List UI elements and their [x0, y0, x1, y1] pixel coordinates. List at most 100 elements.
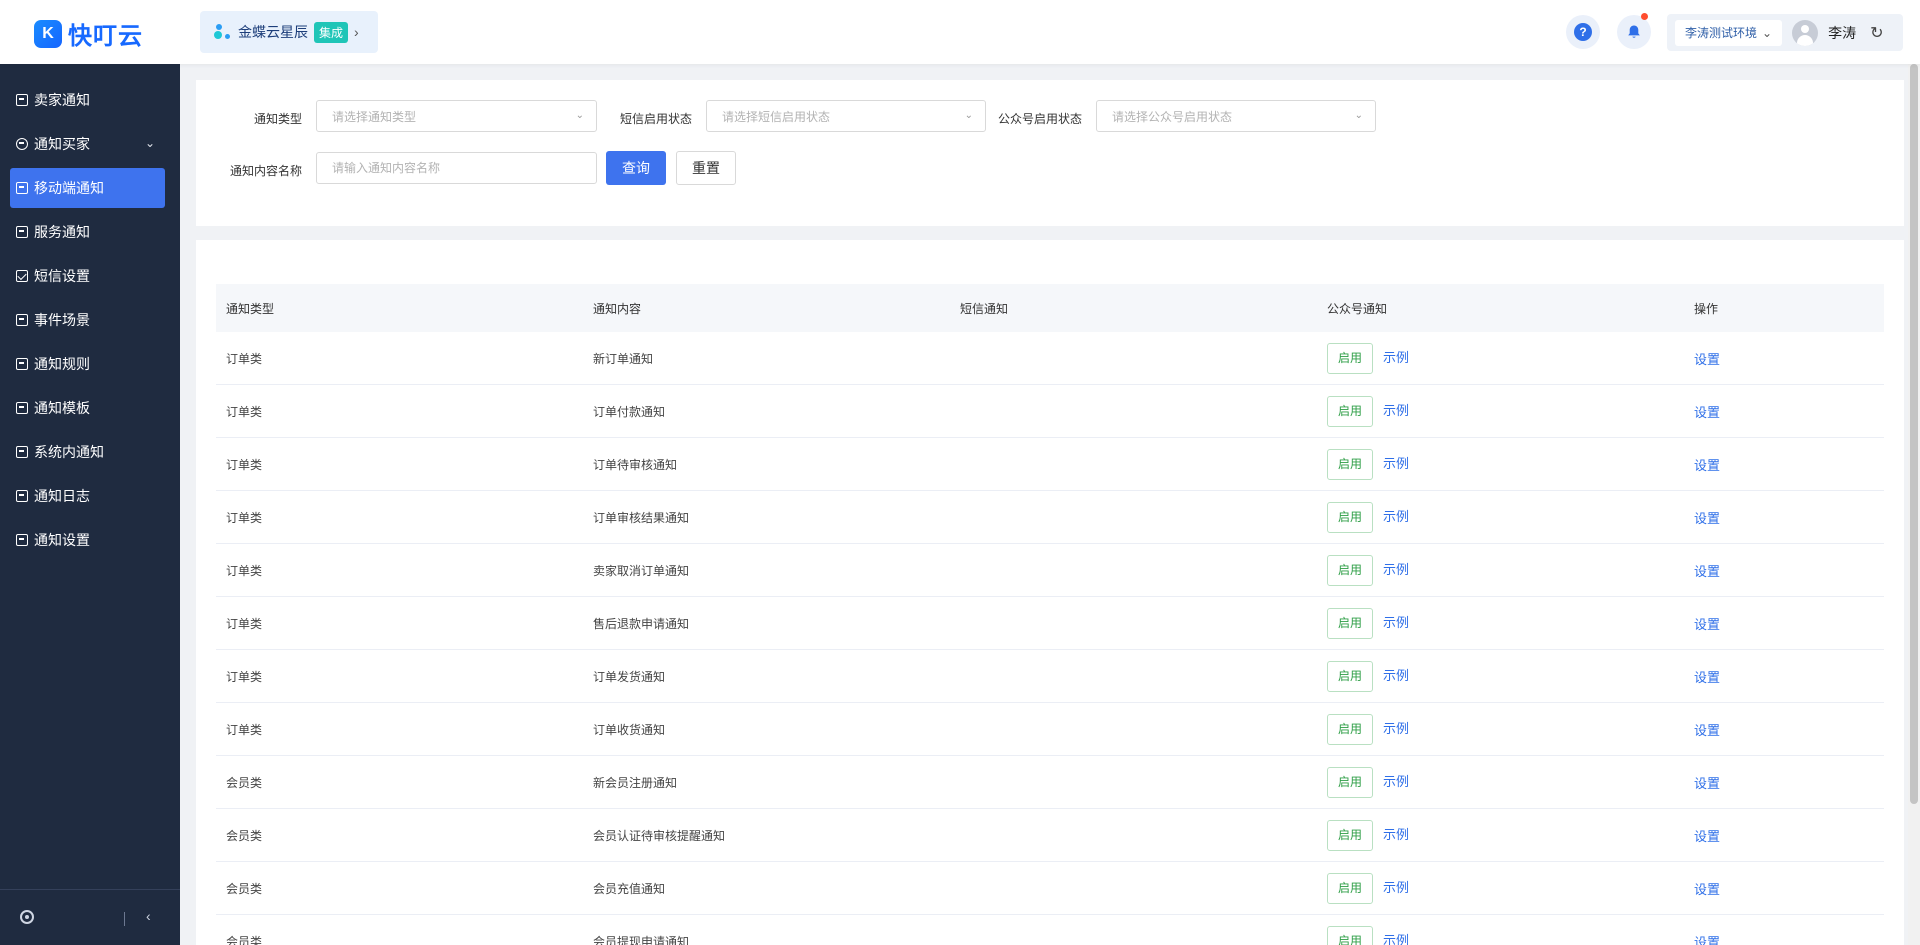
enable-toggle[interactable]: 启用 [1327, 766, 1373, 798]
sidebar-item-label: 通知规则 [34, 356, 90, 372]
sidebar-item-10[interactable]: 通知设置 [10, 520, 165, 560]
sidebar-item-label: 通知模板 [34, 400, 90, 416]
sidebar-item-label: 系统内通知 [34, 444, 104, 460]
example-link[interactable]: 示例 [1383, 615, 1409, 630]
help-button[interactable]: ? [1566, 15, 1600, 49]
content-name-input[interactable] [316, 152, 597, 184]
user-name[interactable]: 李涛 [1828, 23, 1856, 43]
sidebar-item-7[interactable]: 通知模板 [10, 388, 165, 428]
page-scrollbar[interactable] [1908, 64, 1920, 945]
example-link[interactable]: 示例 [1383, 456, 1409, 471]
setting-link[interactable]: 设置 [1694, 564, 1720, 579]
brand-logo-icon: K [34, 19, 62, 48]
brand[interactable]: K 快叮云 [34, 16, 143, 51]
enable-toggle[interactable]: 启用 [1327, 448, 1373, 480]
sidebar-item-2[interactable]: 移动端通知 [10, 168, 165, 208]
table-body: 订单类 新订单通知 启用 示例 设置 订单类 订单付款通知 启用 示例 设置 订单类 订单待审核通知启… [216, 332, 1884, 945]
top-header: K 快叮云 金蝶云星辰 集成 › ? 李涛测试环境 ⌄ 李涛 ↻ [0, 0, 1920, 64]
doc-icon [16, 402, 28, 414]
example-link[interactable]: 示例 [1383, 880, 1409, 895]
app-switcher[interactable]: 金蝶云星辰 集成 › [200, 11, 378, 53]
column-header: 操作 [1694, 301, 1719, 316]
example-link[interactable]: 示例 [1383, 933, 1409, 945]
table-row: 订单类 订单发货通知 启用 示例 设置 [216, 650, 1884, 703]
enable-toggle[interactable]: 启用 [1327, 660, 1373, 692]
action-cell: 设置 [1684, 402, 1884, 421]
notify-content-cell: 售后退款申请通知 [593, 616, 690, 631]
notify-type-cell: 订单类 [226, 404, 263, 419]
reset-button[interactable]: 重置 [676, 151, 736, 185]
query-button[interactable]: 查询 [606, 151, 666, 185]
setting-link[interactable]: 设置 [1694, 723, 1720, 738]
environment-select[interactable]: 李涛测试环境 ⌄ [1675, 19, 1783, 46]
table-row: 订单类 订单审核结果通知 启用 示例 设置 [216, 491, 1884, 544]
setting-link[interactable]: 设置 [1694, 935, 1720, 945]
notify-type-cell: 会员类 [226, 934, 263, 945]
enable-toggle[interactable]: 启用 [1327, 395, 1373, 427]
example-link[interactable]: 示例 [1383, 774, 1409, 789]
sms-status-select[interactable]: 请选择短信启用状态 ⌄ [706, 100, 986, 132]
sidebar-item-1[interactable]: 通知买家 ⌄ [10, 124, 165, 164]
setting-link[interactable]: 设置 [1694, 405, 1720, 420]
sidebar-item-9[interactable]: 通知日志 [10, 476, 165, 516]
table-row: 订单类 订单待审核通知 启用 示例 设置 [216, 438, 1884, 491]
sidebar-item-5[interactable]: 事件场景 [10, 300, 165, 340]
setting-link[interactable]: 设置 [1694, 352, 1720, 367]
example-link[interactable]: 示例 [1383, 721, 1409, 736]
sidebar-item-3[interactable]: 服务通知 [10, 212, 165, 252]
doc-icon [16, 534, 28, 546]
scrollbar-thumb[interactable] [1910, 64, 1918, 804]
table-row: 会员类 会员认证待审核提醒通知 启用 示例 设置 [216, 809, 1884, 862]
table-row: 订单类 售后退款申请通知 启用 示例 设置 [216, 597, 1884, 650]
setting-link[interactable]: 设置 [1694, 829, 1720, 844]
enable-toggle[interactable]: 启用 [1327, 713, 1373, 745]
notification-button[interactable] [1617, 13, 1651, 49]
mp-status-select[interactable]: 请选择公众号启用状态 ⌄ [1096, 100, 1376, 132]
example-link[interactable]: 示例 [1383, 403, 1409, 418]
sidebar-item-8[interactable]: 系统内通知 [10, 432, 165, 472]
enable-toggle[interactable]: 启用 [1327, 872, 1373, 904]
setting-link[interactable]: 设置 [1694, 458, 1720, 473]
sidebar-item-4[interactable]: 短信设置 [10, 256, 165, 296]
mail-icon [16, 270, 28, 282]
mp-notify-cell: 启用 示例 [1317, 766, 1684, 798]
app-logo-icon [214, 22, 232, 42]
enable-toggle[interactable]: 启用 [1327, 819, 1373, 851]
enable-toggle[interactable]: 启用 [1327, 501, 1373, 533]
notify-content-cell: 卖家取消订单通知 [593, 563, 690, 578]
notify-content-cell: 订单付款通知 [593, 404, 666, 419]
notify-type-cell: 订单类 [226, 616, 263, 631]
column-header: 公众号通知 [1327, 301, 1388, 316]
example-link[interactable]: 示例 [1383, 509, 1409, 524]
setting-link[interactable]: 设置 [1694, 670, 1720, 685]
example-link[interactable]: 示例 [1383, 350, 1409, 365]
setting-link[interactable]: 设置 [1694, 617, 1720, 632]
enable-toggle[interactable]: 启用 [1327, 342, 1373, 374]
notify-type-select[interactable]: 请选择通知类型 ⌄ [316, 100, 597, 132]
content-name-label: 通知内容名称 [229, 164, 302, 178]
example-link[interactable]: 示例 [1383, 562, 1409, 577]
setting-link[interactable]: 设置 [1694, 776, 1720, 791]
mp-notify-cell: 启用 示例 [1317, 342, 1684, 374]
action-cell: 设置 [1684, 667, 1884, 686]
mp-notify-cell: 启用 示例 [1317, 872, 1684, 904]
sidebar-item-6[interactable]: 通知规则 [10, 344, 165, 384]
setting-link[interactable]: 设置 [1694, 511, 1720, 526]
enable-toggle[interactable]: 启用 [1327, 607, 1373, 639]
example-link[interactable]: 示例 [1383, 668, 1409, 683]
collapse-sidebar-icon[interactable]: ‹ [146, 908, 151, 924]
table-row: 会员类 新会员注册通知 启用 示例 设置 [216, 756, 1884, 809]
avatar[interactable] [1792, 19, 1819, 46]
refresh-icon[interactable]: ↻ [1870, 23, 1883, 43]
sidebar-item-0[interactable]: 卖家通知 [10, 80, 165, 120]
enable-toggle[interactable]: 启用 [1327, 925, 1373, 945]
gear-icon[interactable] [20, 910, 34, 924]
sidebar-item-label: 服务通知 [34, 224, 90, 240]
sidebar-item-label: 通知买家 [34, 136, 90, 152]
enable-toggle[interactable]: 启用 [1327, 554, 1373, 586]
doc-icon [16, 358, 28, 370]
sidebar-item-label: 事件场景 [34, 312, 90, 328]
setting-link[interactable]: 设置 [1694, 882, 1720, 897]
column-header: 通知类型 [226, 301, 275, 316]
example-link[interactable]: 示例 [1383, 827, 1409, 842]
